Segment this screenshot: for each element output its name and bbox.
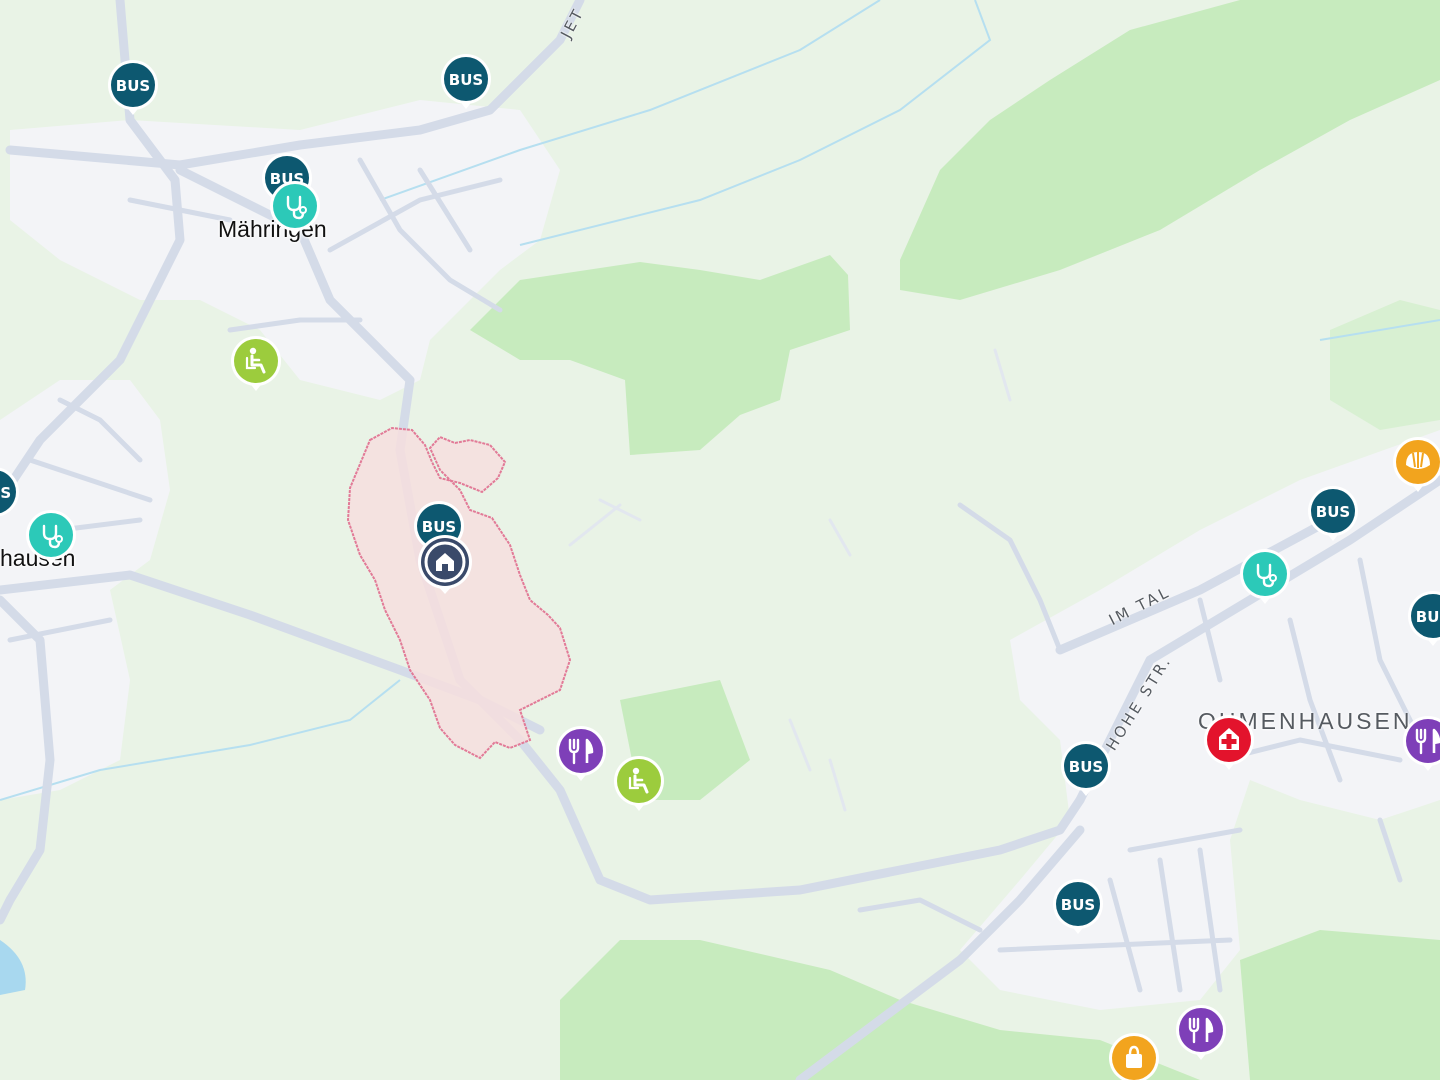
bus-stop-pin[interactable]: BUS <box>0 466 20 528</box>
care-facility-pin[interactable] <box>613 755 665 817</box>
restaurant-pin[interactable] <box>1402 715 1440 777</box>
bus-label: BUS <box>422 518 456 536</box>
bakery-pin[interactable] <box>1392 436 1440 498</box>
bus-label: BUS <box>1416 608 1440 626</box>
restaurant-pin[interactable] <box>555 725 607 787</box>
bus-stop-pin[interactable]: BUS <box>440 53 492 115</box>
doctor-pin[interactable] <box>25 509 77 571</box>
bus-stop-pin[interactable]: BUS <box>1307 485 1359 547</box>
bus-label: BUS <box>1069 758 1103 776</box>
bus-label: BUS <box>1061 896 1095 914</box>
bus-stop-pin[interactable]: BUS <box>1060 740 1112 802</box>
bus-label: BUS <box>1316 503 1350 521</box>
shopping-pin[interactable] <box>1108 1032 1160 1080</box>
bus-label: BUS <box>116 77 150 95</box>
bus-label: BUS <box>0 484 11 502</box>
pharmacy-pin[interactable] <box>1203 714 1255 776</box>
restaurant-pin[interactable] <box>1175 1004 1227 1066</box>
doctor-pin[interactable] <box>1239 548 1291 610</box>
bus-stop-pin[interactable]: BUS <box>1407 590 1440 652</box>
map-view[interactable]: Mähringen hausen OHMENHAUSEN IM TAL HOHE… <box>0 0 1440 1080</box>
bus-stop-pin[interactable]: BUS <box>1052 878 1104 940</box>
care-facility-pin[interactable] <box>230 335 282 397</box>
bus-label: BUS <box>449 71 483 89</box>
map-base-layer <box>0 0 1440 1080</box>
home-location-pin[interactable] <box>418 535 472 598</box>
doctor-pin[interactable] <box>269 180 321 242</box>
bus-stop-pin[interactable]: BUS <box>107 59 159 121</box>
